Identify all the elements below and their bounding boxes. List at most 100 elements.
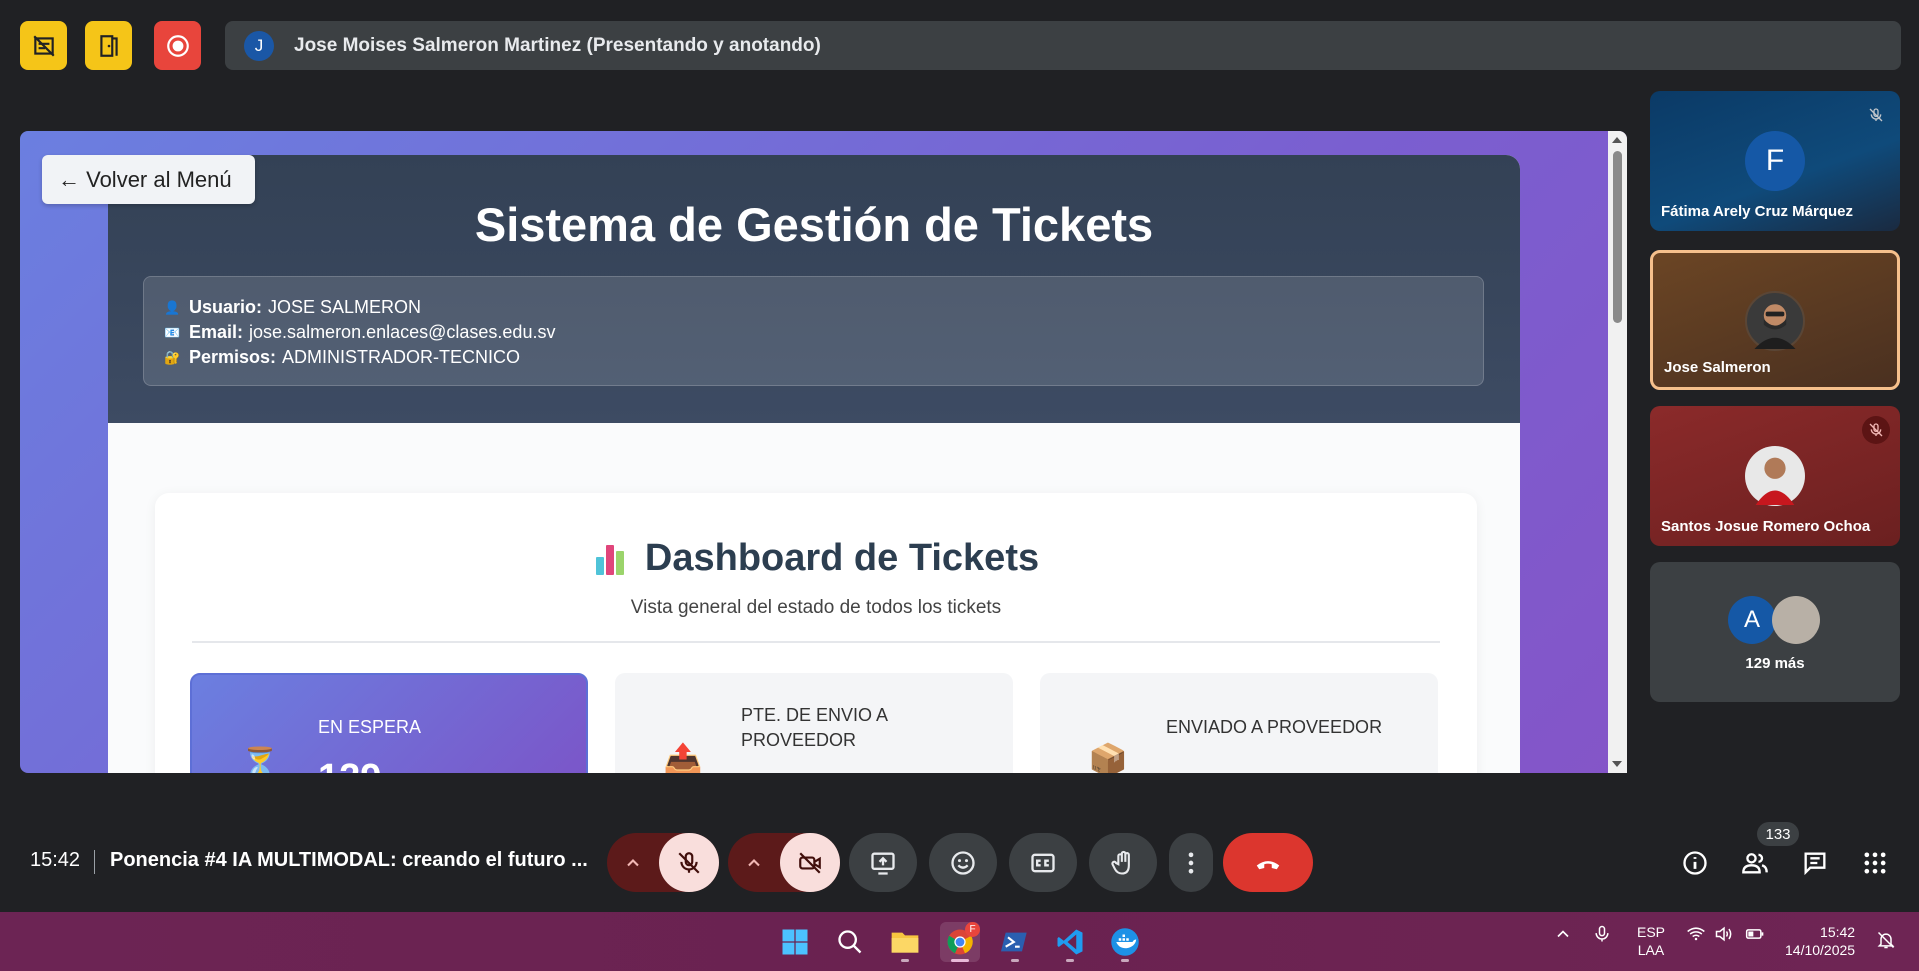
more-options-button[interactable]: [1169, 833, 1213, 892]
participant-tile[interactable]: Santos Josue Romero Ochoa: [1650, 406, 1900, 546]
raise-hand-button[interactable]: [1089, 833, 1157, 892]
email-label: Email:: [189, 322, 244, 342]
scrollbar[interactable]: [1608, 131, 1627, 773]
camera-toggle-button[interactable]: [780, 833, 840, 892]
terminal-icon: [1001, 932, 1027, 952]
chevron-up-icon: [748, 858, 760, 866]
presenter-bar: J Jose Moises Salmeron Martinez (Present…: [225, 21, 1901, 70]
notifications-button[interactable]: [1876, 930, 1896, 953]
scrollbar-thumb[interactable]: [1613, 151, 1622, 323]
mic-off-icon: [1862, 101, 1890, 129]
wifi-icon: [1687, 927, 1705, 941]
participant-name: Santos Josue Romero Ochoa: [1661, 518, 1871, 535]
emoji-icon: [951, 850, 975, 875]
app-header: Sistema de Gestión de Tickets 👤 Usuario:…: [108, 155, 1520, 423]
scroll-up-icon[interactable]: [1612, 137, 1622, 143]
present-screen-button[interactable]: [849, 833, 917, 892]
people-button[interactable]: [1738, 846, 1772, 880]
clock-time: 15:42: [1820, 924, 1856, 940]
avatar: [1745, 291, 1805, 351]
chevron-up-icon: [1557, 930, 1569, 938]
hide-annotations-button[interactable]: [20, 21, 67, 70]
participant-tile[interactable]: F Fátima Arely Cruz Márquez: [1650, 91, 1900, 231]
scroll-down-icon[interactable]: [1612, 761, 1622, 767]
mic-control: [607, 833, 719, 892]
chrome-button[interactable]: F: [940, 922, 980, 962]
microphone-icon: [1595, 925, 1609, 942]
more-participants-tile[interactable]: A 129 más: [1650, 562, 1900, 702]
bar-chart-icon: [593, 541, 629, 577]
dashboard-heading: Dashboard de Tickets: [155, 537, 1477, 580]
participant-tile-active[interactable]: Jose Salmeron: [1650, 250, 1900, 390]
stat-label: EN ESPERA: [318, 717, 422, 737]
language-indicator[interactable]: ESP LAA: [1637, 923, 1665, 959]
camera-control: [728, 833, 840, 892]
dashboard-title: Dashboard de Tickets: [644, 537, 1040, 579]
mic-off-icon: [678, 851, 700, 874]
system-clock[interactable]: 15:42 14/10/2025: [1785, 923, 1855, 959]
activities-button[interactable]: [1858, 846, 1892, 880]
start-button[interactable]: [775, 922, 815, 962]
microphone-tray[interactable]: [1592, 924, 1612, 947]
email-line: 📧 Email: jose.salmeron.enlaces@clases.ed…: [164, 320, 1463, 345]
running-indicator: [951, 959, 969, 962]
powershell-button[interactable]: [995, 922, 1035, 962]
captions-button[interactable]: [1009, 833, 1077, 892]
chat-button[interactable]: [1798, 846, 1832, 880]
presenter-avatar: J: [244, 30, 274, 61]
separator: [94, 850, 95, 874]
folder-icon: [891, 932, 919, 953]
vscode-button[interactable]: [1050, 922, 1090, 962]
email-value: jose.salmeron.enlaces@clases.edu.sv: [249, 322, 556, 342]
usuario-value: JOSE SALMERON: [268, 297, 422, 317]
audio-options-button[interactable]: [607, 853, 659, 873]
battery-tray[interactable]: [1745, 924, 1765, 947]
search-button[interactable]: [830, 922, 870, 962]
user-info-box: 👤 Usuario: JOSE SALMERON 📧 Email: jose.s…: [143, 276, 1484, 386]
meeting-details-button[interactable]: [1678, 846, 1712, 880]
video-options-button[interactable]: [728, 853, 780, 873]
captions-icon: [1031, 853, 1055, 872]
people-icon: [1742, 853, 1768, 874]
permisos-line: 🔐 Permisos: ADMINISTRADOR-TECNICO: [164, 345, 1463, 370]
chat-icon: [1804, 852, 1826, 876]
meeting-title: Ponencia #4 IA MULTIMODAL: creando el fu…: [110, 849, 588, 871]
user-icon: 👤: [164, 300, 181, 315]
door-icon: [99, 34, 118, 57]
annotation-off-icon: [32, 34, 55, 57]
back-to-menu-button[interactable]: ← Volver al Menú: [42, 155, 255, 204]
docker-button[interactable]: [1105, 922, 1145, 962]
volume-tray[interactable]: [1714, 924, 1734, 947]
recording-button[interactable]: [154, 21, 201, 70]
wifi-tray[interactable]: [1686, 924, 1706, 947]
windows-icon: [782, 929, 808, 955]
lock-icon: 🔐: [164, 350, 181, 365]
leave-call-button[interactable]: [1223, 833, 1313, 892]
stat-card-en-espera[interactable]: EN ESPERA ⏳ 129: [190, 673, 588, 773]
profile-badge: F: [965, 922, 980, 937]
stat-card-pte-envio[interactable]: PTE. DE ENVIO A PROVEEDOR 📤: [615, 673, 1013, 773]
presenter-label: Jose Moises Salmeron Martinez (Presentan…: [294, 34, 821, 56]
avatar: [1745, 446, 1805, 506]
file-explorer-button[interactable]: [885, 922, 925, 962]
avatar-photo: [1772, 596, 1820, 644]
running-indicator: [1011, 959, 1019, 962]
reactions-button[interactable]: [929, 833, 997, 892]
mic-toggle-button[interactable]: [659, 833, 719, 892]
more-vert-icon: [1188, 852, 1194, 873]
dashboard-subtitle: Vista general del estado de todos los ti…: [630, 597, 1002, 618]
usuario-label: Usuario:: [189, 297, 263, 317]
show-hidden-icons-button[interactable]: [1553, 924, 1573, 947]
docker-icon: [1111, 928, 1139, 956]
windows-taskbar: F ESP LAA 15:42 14/10/2025: [0, 912, 1919, 971]
search-icon: [838, 930, 862, 954]
camera-off-icon: [799, 851, 821, 874]
hang-up-icon: [1256, 860, 1280, 869]
clock-date: 14/10/2025: [1785, 942, 1856, 958]
breakout-rooms-button[interactable]: [85, 21, 132, 70]
lang-line-2: LAA: [1637, 942, 1665, 958]
stat-card-enviado[interactable]: ENVIADO A PROVEEDOR 📦: [1040, 673, 1438, 773]
more-avatars: A: [1728, 596, 1820, 644]
avatar: A: [1728, 596, 1776, 644]
record-icon: [166, 34, 189, 57]
